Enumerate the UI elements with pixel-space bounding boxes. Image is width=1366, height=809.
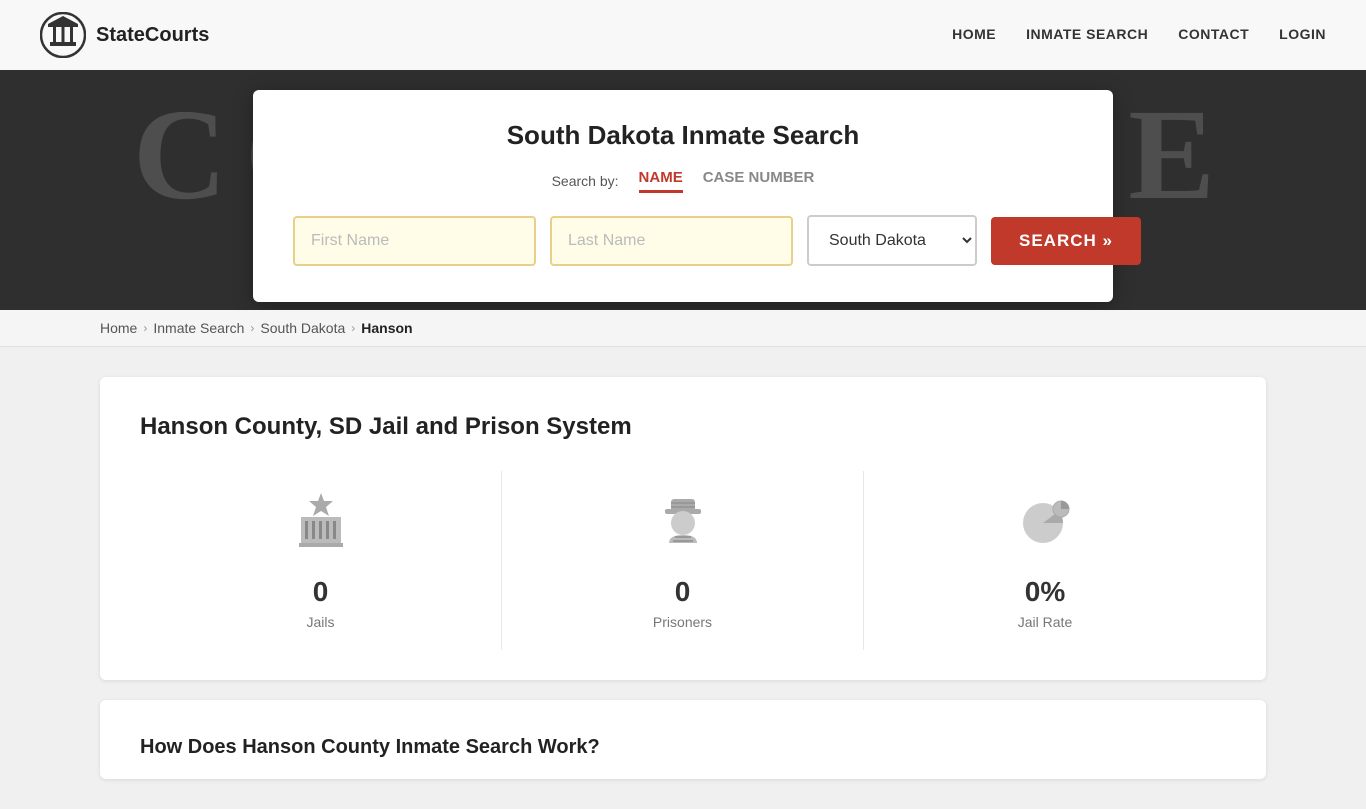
logo-icon [40,12,86,58]
stat-jails: 0 Jails [140,471,502,650]
nav-home[interactable]: HOME [952,26,996,42]
jails-icon [291,491,351,564]
first-name-input[interactable] [293,216,536,266]
breadcrumb-home[interactable]: Home [100,320,137,336]
jail-rate-icon [1015,491,1075,564]
search-by-row: Search by: NAME CASE NUMBER [293,169,1073,193]
breadcrumb-current: Hanson [361,320,412,336]
jail-rate-value: 0% [1025,576,1065,608]
search-card-wrapper: South Dakota Inmate Search Search by: NA… [0,70,1366,310]
search-title: South Dakota Inmate Search [293,120,1073,151]
tab-name[interactable]: NAME [639,169,683,193]
breadcrumb-inmate-search[interactable]: Inmate Search [153,320,244,336]
nav-login[interactable]: LOGIN [1279,26,1326,42]
tab-case-number[interactable]: CASE NUMBER [703,169,815,193]
jail-rate-label: Jail Rate [1018,614,1072,630]
navigation-bar: StateCourts HOME INMATE SEARCH CONTACT L… [0,0,1366,70]
section-card-title: How Does Hanson County Inmate Search Wor… [140,736,1226,759]
breadcrumb: Home › Inmate Search › South Dakota › Ha… [0,310,1366,347]
search-button[interactable]: SEARCH » [991,217,1141,265]
prisoners-label: Prisoners [653,614,712,630]
nav-contact[interactable]: CONTACT [1178,26,1249,42]
jails-count: 0 [313,576,329,608]
last-name-input[interactable] [550,216,793,266]
stat-prisoners: 0 Prisoners [502,471,864,650]
search-fields: South Dakota Alabama Alaska Arizona Arka… [293,215,1073,266]
breadcrumb-sep-1: › [143,321,147,335]
section-card: How Does Hanson County Inmate Search Wor… [100,700,1266,779]
breadcrumb-state[interactable]: South Dakota [260,320,345,336]
search-by-label: Search by: [552,173,619,189]
stats-card-title: Hanson County, SD Jail and Prison System [140,413,1226,441]
prisoners-icon [653,491,713,564]
breadcrumb-sep-3: › [351,321,355,335]
nav-inmate-search[interactable]: INMATE SEARCH [1026,26,1148,42]
search-card: South Dakota Inmate Search Search by: NA… [253,90,1113,302]
site-name: StateCourts [96,24,209,47]
prisoners-count: 0 [675,576,691,608]
stats-grid: 0 Jails [140,471,1226,650]
site-logo[interactable]: StateCourts [40,12,209,58]
nav-links: HOME INMATE SEARCH CONTACT LOGIN [952,26,1326,44]
jails-label: Jails [306,614,334,630]
state-select[interactable]: South Dakota Alabama Alaska Arizona Arka… [807,215,977,266]
stats-card: Hanson County, SD Jail and Prison System [100,377,1266,680]
main-content: Hanson County, SD Jail and Prison System [0,347,1366,809]
stat-jail-rate: 0% Jail Rate [864,471,1226,650]
breadcrumb-sep-2: › [250,321,254,335]
